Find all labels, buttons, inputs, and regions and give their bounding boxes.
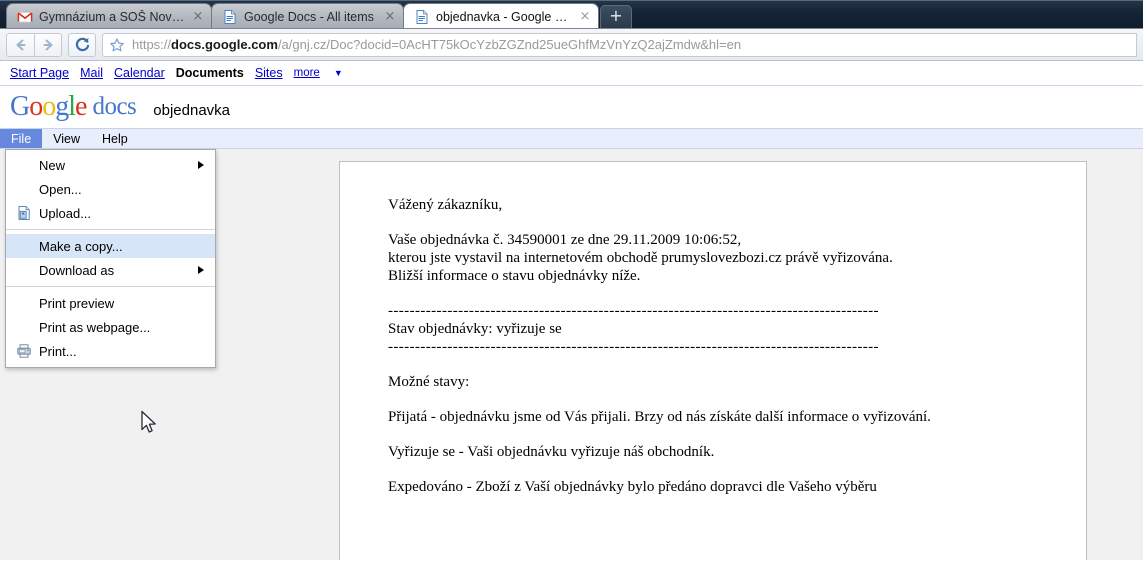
menu-separator <box>6 229 215 230</box>
google-docs-icon <box>416 9 428 24</box>
forward-button[interactable] <box>34 32 62 57</box>
google-services-bar: Start Page Mail Calendar Documents Sites… <box>0 61 1143 85</box>
menu-item-new[interactable]: New <box>6 153 215 177</box>
reload-button[interactable] <box>68 32 96 57</box>
menu-item-label: Print preview <box>39 295 115 311</box>
menu-item-label: Download as <box>39 262 115 278</box>
doc-spacer <box>388 287 1056 304</box>
chevron-down-icon[interactable]: ▼ <box>334 68 343 78</box>
logo-letter-e: e <box>75 91 87 122</box>
logo-letter-g1: G <box>10 91 30 122</box>
reload-icon <box>75 37 89 52</box>
url-scheme: https:// <box>132 37 172 52</box>
tab-close-icon[interactable]: × <box>383 10 397 24</box>
menu-item-print-as-webpage[interactable]: Print as webpage... <box>6 315 215 339</box>
gbar-link-documents-current[interactable]: Documents <box>176 66 244 80</box>
doc-line: Expedováno - Zboží z Vaší objednávky byl… <box>388 479 877 495</box>
menu-separator <box>6 286 215 287</box>
doc-spacer <box>388 428 1056 445</box>
doc-line: Vyřizuje se - Vaši objednávku vyřizuje n… <box>388 444 715 460</box>
doc-line: Bližší informace o stavu objednávky níže… <box>388 268 641 284</box>
docs-header: Google docs objednavka <box>0 86 1143 128</box>
menubar-item-file[interactable]: File <box>0 129 43 148</box>
menu-item-upload[interactable]: Upload... <box>6 201 215 225</box>
menu-item-make-a-copy[interactable]: Make a copy... <box>6 234 215 258</box>
menu-item-print[interactable]: Print... <box>6 339 215 363</box>
doc-spacer <box>388 463 1056 480</box>
doc-line: Vážený zákazníku, <box>388 197 503 213</box>
browser-window: Gymnázium a SOŠ Nový ... × Google Docs -… <box>0 0 1143 574</box>
doc-spacer <box>388 393 1056 410</box>
menu-item-label: Open... <box>39 181 82 197</box>
browser-tab-2[interactable]: Google Docs - All items × <box>211 3 404 28</box>
gmail-icon <box>17 11 33 22</box>
google-docs-icon <box>224 9 236 24</box>
logo-letter-l: l <box>68 91 76 122</box>
back-arrow-icon <box>16 39 25 50</box>
gbar-link-calendar[interactable]: Calendar <box>114 66 165 80</box>
browser-tabstrip: Gymnázium a SOŠ Nový ... × Google Docs -… <box>0 0 1143 29</box>
new-tab-button[interactable]: + <box>600 5 632 28</box>
doc-spacer <box>388 216 1056 233</box>
menu-item-label: Make a copy... <box>39 238 123 254</box>
tab-title: Google Docs - All items <box>244 9 374 24</box>
submenu-arrow-icon <box>198 266 204 274</box>
tab-close-icon[interactable]: × <box>578 10 592 24</box>
gbar-link-sites[interactable]: Sites <box>255 66 283 80</box>
menu-item-download-as[interactable]: Download as <box>6 258 215 282</box>
star-icon <box>109 37 124 51</box>
doc-line: Přijatá - objednávku jsme od Vás přijali… <box>388 409 931 425</box>
printer-icon <box>17 344 31 358</box>
logo-letter-g2: g <box>55 91 69 122</box>
menubar-item-view[interactable]: View <box>42 129 91 148</box>
upload-icon <box>18 206 30 220</box>
editor-workspace: Vážený zákazníku, Vaše objednávka č. 345… <box>0 149 1143 560</box>
doc-spacer <box>388 358 1056 375</box>
url-host: docs.google.com <box>171 37 278 52</box>
doc-divider-line: ----------------------------------------… <box>388 339 879 355</box>
doc-line: kterou jste vystavil na internetovém obc… <box>388 250 893 266</box>
logo-letter-o1: o <box>29 91 43 122</box>
menu-item-label: New <box>39 157 66 173</box>
document-title[interactable]: objednavka <box>153 96 230 119</box>
back-button[interactable] <box>6 32 34 57</box>
file-dropdown-menu: New Open... Upload... Make a copy... Dow… <box>5 149 216 368</box>
document-page[interactable]: Vážený zákazníku, Vaše objednávka č. 345… <box>339 161 1087 560</box>
docs-menubar: File View Help <box>0 128 1143 149</box>
tab-title: Gymnázium a SOŠ Nový ... <box>39 9 187 24</box>
doc-line-order-status: Stav objednávky: vyřizuje se <box>388 321 562 337</box>
gbar-more-menu[interactable]: more <box>294 67 320 79</box>
url-path: /a/gnj.cz/Doc?docid=0AcHT75kOcYzbZGZnd25… <box>277 37 742 52</box>
google-logo[interactable]: Google <box>10 91 87 122</box>
menu-item-open[interactable]: Open... <box>6 177 215 201</box>
tab-title: objednavka - Google Docs <box>436 9 574 24</box>
docs-product-name: docs <box>92 93 137 120</box>
doc-line: Možné stavy: <box>388 374 470 390</box>
gbar-link-mail[interactable]: Mail <box>80 66 103 80</box>
mouse-pointer-icon <box>141 410 156 433</box>
menu-item-label: Print... <box>39 343 77 359</box>
bookmark-star-button[interactable] <box>102 32 130 57</box>
tab-close-icon[interactable]: × <box>191 10 205 24</box>
browser-tab-3-active[interactable]: objednavka - Google Docs × <box>403 3 599 28</box>
gbar-link-start-page[interactable]: Start Page <box>10 66 69 80</box>
forward-arrow-icon <box>43 39 53 50</box>
browser-tab-1[interactable]: Gymnázium a SOŠ Nový ... × <box>6 3 212 28</box>
address-bar[interactable]: https://docs.google.com/a/gnj.cz/Doc?doc… <box>130 32 1137 57</box>
menubar-item-help[interactable]: Help <box>91 129 139 148</box>
doc-divider-line: ----------------------------------------… <box>388 303 879 319</box>
document-body[interactable]: Vážený zákazníku, Vaše objednávka č. 345… <box>388 198 1056 495</box>
logo-letter-o2: o <box>42 91 56 122</box>
menu-item-print-preview[interactable]: Print preview <box>6 291 215 315</box>
doc-line: Vaše objednávka č. 34590001 ze dne 29.11… <box>388 232 742 248</box>
submenu-arrow-icon <box>198 161 204 169</box>
menu-item-label: Upload... <box>39 205 92 221</box>
browser-toolbar: https://docs.google.com/a/gnj.cz/Doc?doc… <box>0 29 1143 61</box>
menu-item-label: Print as webpage... <box>39 319 151 335</box>
